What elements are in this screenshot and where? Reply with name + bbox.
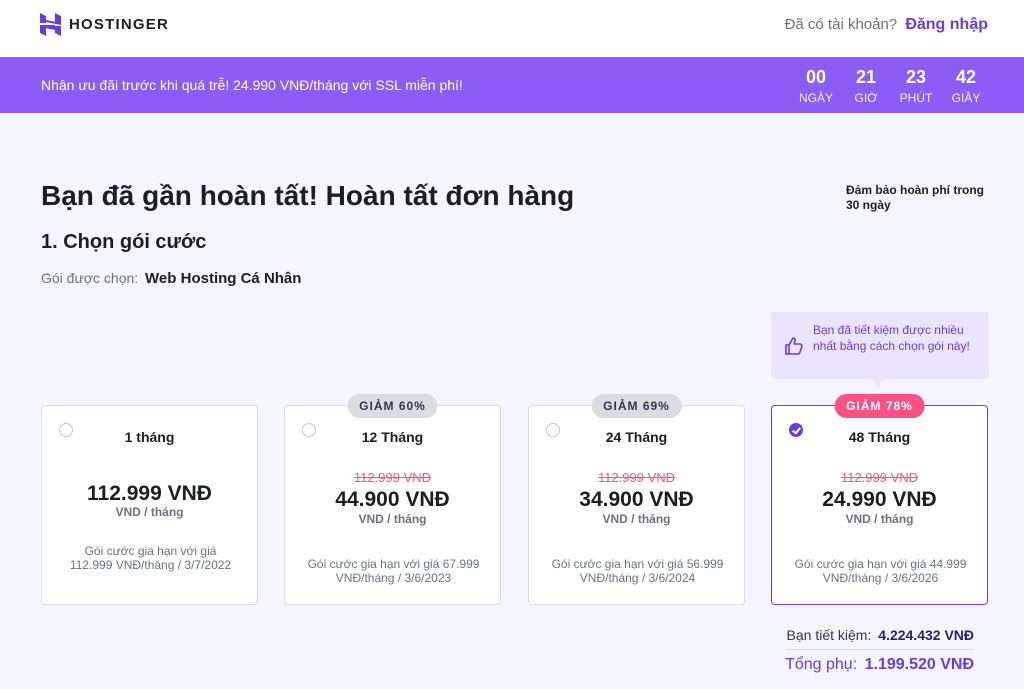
login-link[interactable]: Đăng nhập: [905, 16, 988, 33]
plan-card-48-months[interactable]: GIẢM 78% 48 Tháng 112.999 VNĐ 24.990 VNĐ…: [771, 394, 988, 605]
thumbs-up-icon: [785, 337, 803, 355]
savings-tip-text: Bạn đã tiết kiệm được nhiều nhất bằng cá…: [813, 323, 970, 353]
plan-period: 12 Tháng: [361, 429, 424, 445]
account-question: Đã có tài khoản?: [784, 16, 898, 33]
account-prompt: Đã có tài khoản? Đăng nhập: [785, 16, 988, 34]
plan-renewal-note: Gói cước gia hạn với giá 67.999 VNĐ/thán…: [307, 557, 480, 585]
savings-tip: Bạn đã tiết kiệm được nhiều nhất bằng cá…: [771, 312, 989, 386]
money-back-guarantee: Đảm bảo hoàn phí trong 30 ngày: [846, 183, 984, 212]
subtotal-summary: Tổng phụ: 1.199.520 VNĐ: [785, 656, 974, 674]
plan-price-unit: VND / tháng: [845, 512, 914, 526]
plan-renewal-note: Gói cước gia hạn với giá 112.999 VNĐ/thá…: [69, 544, 232, 572]
hostinger-logo[interactable]: HOSTINGER: [40, 13, 169, 36]
plan-renewal-note: Gói cước gia hạn với giá 56.999 VNĐ/thán…: [551, 557, 724, 585]
logo-text: HOSTINGER: [69, 16, 169, 33]
plan-period: 1 tháng: [124, 429, 175, 445]
top-navbar: HOSTINGER Đã có tài khoản? Đăng nhập: [0, 0, 1024, 57]
countdown-label: NGÀY: [798, 91, 833, 105]
plan-original-price: 112.999 VNĐ: [353, 470, 432, 485]
discount-badge: GIẢM 60%: [347, 394, 438, 418]
plan-price: 24.990 VNĐ: [822, 488, 937, 511]
step-title: 1. Chọn gói cước: [41, 231, 207, 253]
promo-text: Nhận ưu đãi trước khi quá trễ! 24.990 VN…: [41, 77, 463, 93]
countdown-hours: 21 GIỜ: [842, 67, 890, 105]
summary-divider: [786, 649, 974, 650]
plan-card-24-months[interactable]: GIẢM 69% 24 Tháng 112.999 VNĐ 34.900 VNĐ…: [528, 394, 745, 605]
promo-banner: Nhận ưu đãi trước khi quá trễ! 24.990 VN…: [0, 57, 1024, 113]
plan-price-unit: VND / tháng: [602, 512, 671, 526]
plan-price: 34.900 VNĐ: [579, 488, 694, 511]
countdown-timer: 00 NGÀY 21 GIỜ 23 PHÚT 42 GIÂY: [790, 67, 990, 105]
hostinger-logo-icon: [40, 13, 61, 36]
plan-price-unit: VND / tháng: [115, 505, 184, 519]
page-title: Bạn đã gần hoàn tất! Hoàn tất đơn hàng: [41, 180, 575, 211]
subtotal-value: 1.199.520 VNĐ: [864, 656, 974, 673]
plan-original-price: 112.999 VNĐ: [597, 470, 676, 485]
countdown-label: GIÂY: [951, 91, 981, 105]
savings-summary: Bạn tiết kiệm: 4.224.432 VNĐ: [787, 627, 974, 643]
plan-card-12-months[interactable]: GIẢM 60% 12 Tháng 112.999 VNĐ 44.900 VNĐ…: [284, 394, 501, 605]
plan-price: 112.999 VNĐ: [87, 482, 212, 505]
countdown-label: GIỜ: [854, 91, 878, 105]
savings-value: 4.224.432 VNĐ: [878, 627, 974, 643]
plan-renewal-note: Gói cước gia hạn với giá 44.999 VNĐ/thán…: [794, 557, 967, 585]
selected-plan-label: Gói được chọn:: [41, 270, 139, 286]
countdown-value: 21: [855, 67, 877, 87]
countdown-days: 00 NGÀY: [792, 67, 840, 105]
plan-original-price: 112.999 VNĐ: [840, 470, 919, 485]
countdown-seconds: 42 GIÂY: [942, 67, 990, 105]
selected-plan-name: Web Hosting Cá Nhân: [145, 270, 302, 287]
selected-plan-line: Gói được chọn: Web Hosting Cá Nhân: [41, 270, 301, 287]
plan-price: 44.900 VNĐ: [335, 488, 450, 511]
plan-card-1-month[interactable]: 1 tháng 112.999 VNĐ VND / tháng Gói cước…: [41, 405, 258, 605]
plan-price-unit: VND / tháng: [358, 512, 427, 526]
countdown-value: 42: [955, 67, 977, 87]
plan-period: 24 Tháng: [605, 429, 668, 445]
discount-badge: GIẢM 69%: [591, 394, 682, 418]
countdown-label: PHÚT: [899, 91, 933, 105]
countdown-minutes: 23 PHÚT: [892, 67, 940, 105]
savings-label: Bạn tiết kiệm:: [786, 627, 872, 643]
subtotal-label: Tổng phụ:: [785, 656, 858, 673]
countdown-value: 23: [905, 67, 927, 87]
countdown-value: 00: [805, 67, 827, 87]
checkout-main: Bạn đã gần hoàn tất! Hoàn tất đơn hàng Đ…: [0, 113, 1024, 689]
discount-badge: GIẢM 78%: [834, 394, 925, 418]
plan-period: 48 Tháng: [848, 429, 911, 445]
